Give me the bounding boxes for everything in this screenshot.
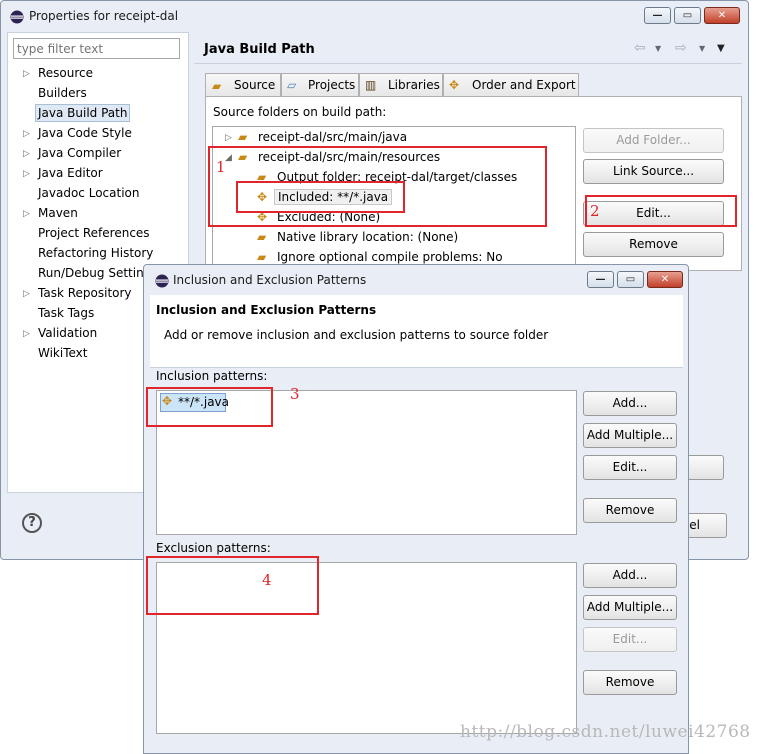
minimize-button[interactable]: — [644, 7, 671, 24]
annotation-box-included [236, 181, 405, 213]
nav-item[interactable]: Validation [38, 326, 97, 340]
remove-button[interactable]: Remove [583, 232, 724, 257]
inclusion-edit-button[interactable]: Edit... [583, 455, 677, 480]
libraries-icon: ▥ [365, 78, 377, 92]
nav-item[interactable]: Run/Debug Settings [38, 266, 158, 280]
dialog-titlebar[interactable]: Inclusion and Exclusion Patterns — ▭ ✕ [144, 265, 688, 295]
exclusion-add-multiple-button[interactable]: Add Multiple... [583, 595, 677, 620]
help-icon[interactable]: ? [22, 513, 42, 533]
nav-item[interactable]: Java Editor [38, 166, 103, 180]
tree-item[interactable]: Native library location: (None) [277, 230, 458, 244]
close-button[interactable]: ✕ [704, 7, 740, 24]
close-icon: ✕ [660, 274, 670, 285]
add-folder-button[interactable]: Add Folder... [583, 128, 724, 153]
tab-order-export[interactable]: ✥ Order and Export [443, 73, 579, 97]
tab-source[interactable]: ▰ Source [205, 73, 281, 97]
nav-item[interactable]: Maven [38, 206, 78, 220]
expand-arrow-icon[interactable]: ▷ [23, 69, 30, 79]
filter-input[interactable] [13, 38, 180, 59]
close-icon: ✕ [717, 10, 727, 21]
expand-arrow-icon[interactable]: ▷ [23, 289, 30, 299]
properties-title: Properties for receipt-dal [29, 9, 179, 23]
setting-icon: ▰ [257, 230, 267, 244]
view-menu-icon[interactable]: ▼ [717, 43, 725, 54]
source-folder-icon: ▰ [238, 130, 248, 144]
tree-expand-icon[interactable]: ▷ [225, 133, 232, 143]
dialog-heading: Inclusion and Exclusion Patterns [156, 303, 377, 317]
nav-item[interactable]: Javadoc Location [38, 186, 139, 200]
back-menu-icon[interactable]: ▼ [655, 44, 661, 53]
inclusion-add-multiple-button[interactable]: Add Multiple... [583, 423, 677, 448]
annotation-box-3 [146, 387, 273, 427]
maximize-icon: ▭ [682, 10, 693, 21]
nav-item[interactable]: Task Tags [38, 306, 94, 320]
order-export-icon: ✥ [449, 78, 460, 92]
link-source-button[interactable]: Link Source... [583, 159, 724, 184]
exclusion-remove-button[interactable]: Remove [583, 670, 677, 695]
dialog-description: Add or remove inclusion and exclusion pa… [164, 328, 549, 342]
setting-icon: ▰ [257, 250, 267, 264]
annotation-label-1: 1 [216, 158, 226, 176]
expand-arrow-icon[interactable]: ▷ [23, 149, 30, 159]
tree-item[interactable]: Ignore optional compile problems: No [277, 250, 503, 264]
forward-menu-icon[interactable]: ▼ [699, 44, 705, 53]
maximize-button[interactable]: ▭ [674, 7, 701, 24]
expand-arrow-icon[interactable]: ▷ [23, 129, 30, 139]
nav-item[interactable]: Project References [38, 226, 150, 240]
tab-projects[interactable]: ▱ Projects [281, 73, 359, 97]
dialog-maximize-button[interactable]: ▭ [617, 271, 644, 288]
properties-titlebar[interactable]: Properties for receipt-dal — ▭ ✕ [1, 1, 748, 31]
expand-arrow-icon[interactable]: ▷ [23, 169, 30, 179]
inclusion-label: Inclusion patterns: [156, 369, 268, 383]
inclusion-add-button[interactable]: Add... [583, 391, 677, 416]
forward-arrow-icon[interactable]: ⇨ [675, 40, 687, 56]
expand-arrow-icon[interactable]: ▷ [23, 329, 30, 339]
expand-arrow-icon[interactable]: ▷ [23, 209, 30, 219]
nav-item[interactable]: Java Compiler [38, 146, 121, 160]
maximize-icon: ▭ [625, 274, 636, 285]
watermark: http://blog.csdn.net/luwei42768 [460, 722, 751, 742]
dialog-title: Inclusion and Exclusion Patterns [173, 273, 367, 287]
minimize-icon: — [652, 10, 663, 21]
exclusion-add-button[interactable]: Add... [583, 563, 677, 588]
projects-icon: ▱ [287, 78, 297, 92]
source-folders-label: Source folders on build path: [213, 105, 387, 119]
nav-item[interactable]: Java Build Path [35, 104, 131, 122]
dialog-close-button[interactable]: ✕ [647, 271, 683, 288]
inclusion-remove-button[interactable]: Remove [583, 498, 677, 523]
annotation-label-2: 2 [590, 202, 600, 220]
dialog-minimize-button[interactable]: — [587, 271, 614, 288]
header-separator [194, 63, 742, 64]
nav-item[interactable]: Refactoring History [38, 246, 153, 260]
nav-item[interactable]: Task Repository [38, 286, 132, 300]
nav-item[interactable]: WikiText [38, 346, 88, 360]
nav-item[interactable]: Builders [38, 86, 87, 100]
page-title: Java Build Path [204, 42, 315, 57]
patterns-dialog: Inclusion and Exclusion Patterns — ▭ ✕ I… [143, 264, 689, 754]
tree-item[interactable]: receipt-dal/src/main/java [258, 130, 407, 144]
back-arrow-icon[interactable]: ⇦ [634, 40, 646, 56]
annotation-box-4 [146, 556, 319, 615]
minimize-icon: — [595, 274, 606, 285]
source-folder-icon: ▰ [212, 79, 222, 93]
exclusion-edit-button[interactable]: Edit... [583, 627, 677, 652]
annotation-box-2 [585, 195, 737, 227]
nav-item[interactable]: Resource [38, 66, 93, 80]
nav-item[interactable]: Java Code Style [38, 126, 132, 140]
eclipse-icon [10, 10, 24, 24]
eclipse-icon [155, 274, 169, 288]
annotation-label-4: 4 [262, 571, 272, 589]
exclusion-label: Exclusion patterns: [156, 541, 271, 555]
annotation-label-3: 3 [290, 385, 300, 403]
tab-libraries[interactable]: ▥ Libraries [359, 73, 443, 97]
